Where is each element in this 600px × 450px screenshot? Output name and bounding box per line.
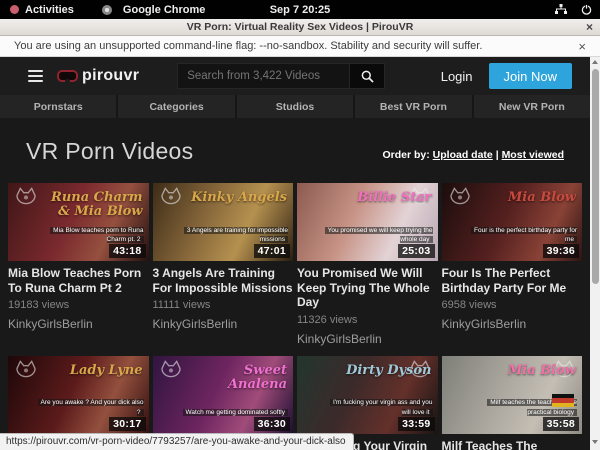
search-input[interactable] [177,63,349,89]
window-close-icon[interactable]: × [586,20,593,34]
video-grid: Runa Charm & Mia Blow Mia Blow teaches p… [0,181,590,450]
video-card[interactable]: Billie Star You promised we will keep tr… [297,183,438,346]
status-url-bar: https://pirouvr.com/vr-porn-video/779325… [0,433,354,450]
thumb-caption: I'm fucking your virgin ass and you will… [320,398,432,418]
nav-new-vr-porn[interactable]: New VR Porn [474,95,590,118]
thumb-overlay-title: Mia Blow [470,191,577,205]
cat-mask-watermark-icon [448,187,472,211]
video-card[interactable]: Runa Charm & Mia Blow Mia Blow teaches p… [8,183,149,346]
nav-studios[interactable]: Studios [237,95,353,118]
clock[interactable]: Sep 7 20:25 [0,4,600,16]
thumb-overlay-title: Kinky Angels [181,191,288,205]
window-titlebar[interactable]: VR Porn: Virtual Reality Sex Videos | Pi… [0,19,600,36]
vr-goggles-icon [57,70,78,82]
video-studio-link[interactable]: KinkyGirlsBerlin [297,332,438,346]
duration-badge: 39:36 [543,244,579,258]
cat-mask-watermark-icon [159,360,183,384]
duration-badge: 43:18 [109,244,145,258]
scroll-up-icon[interactable] [592,60,598,64]
video-thumb[interactable]: Lady Lyne Are you awake ? And your dick … [8,356,149,434]
site-header: pirouvr Login Join Now [0,57,590,95]
login-link[interactable]: Login [441,69,473,84]
duration-badge: 47:01 [254,244,290,258]
thumb-overlay-title: Runa Charm & Mia Blow [36,191,143,218]
video-card[interactable]: Mia Blow Four is the perfect birthday pa… [442,183,583,346]
window-title: VR Porn: Virtual Reality Sex Videos | Pi… [187,21,414,33]
video-title[interactable]: Four Is The Perfect Birthday Party For M… [442,266,583,295]
nav-best-vr-porn[interactable]: Best VR Porn [355,95,471,118]
network-icon[interactable] [555,4,567,15]
video-title[interactable]: Mia Blow Teaches Porn To Runa Charm Pt 2 [8,266,149,295]
cat-mask-watermark-icon [14,187,38,211]
video-thumb[interactable]: Billie Star You promised we will keep tr… [297,183,438,261]
thumb-overlay-title: Mia Blow [470,364,577,378]
video-thumb[interactable]: Mia Blow Four is the perfect birthday pa… [442,183,583,261]
video-card[interactable]: Kinky Angels 3 Angels are training for i… [153,183,294,346]
thumb-overlay-title: Lady Lyne [36,364,143,378]
video-studio-link[interactable]: KinkyGirlsBerlin [153,317,294,331]
thumb-caption: Four is the perfect birthday party for m… [465,226,577,246]
thumb-caption: Mia Blow teaches porn to Runa Charm pt. … [31,226,143,246]
scrollbar-thumb[interactable] [592,69,599,284]
duration-badge: 33:59 [398,417,434,431]
desktop-top-bar: Activities Google Chrome Sep 7 20:25 [0,0,600,19]
nav-categories[interactable]: Categories [118,95,234,118]
screen: Activities Google Chrome Sep 7 20:25 VR … [0,0,600,450]
search-form [177,63,385,89]
cat-mask-watermark-icon [14,360,38,384]
thumb-caption: Are you awake ? And your dick also ? [31,398,143,418]
main-nav: Pornstars Categories Studios Best VR Por… [0,95,590,118]
video-thumb[interactable]: Sweet Analena Watch me getting dominated… [153,356,294,434]
video-thumb[interactable]: Mia Blow Milf teaches the teacher some p… [442,356,583,434]
video-studio-link[interactable]: KinkyGirlsBerlin [442,317,583,331]
scroll-down-icon[interactable] [592,440,598,444]
thumb-caption: You promised we will keep trying the who… [320,226,432,246]
order-upload-date-link[interactable]: Upload date [433,149,493,161]
video-title[interactable]: You Promised We Will Keep Trying The Who… [297,266,438,310]
thumb-overlay-title: Billie Star [325,191,432,205]
browser-scrollbar[interactable] [590,57,600,450]
warning-text: You are using an unsupported command-lin… [14,40,482,52]
thumb-overlay-title: Sweet Analena [181,364,288,391]
video-thumb[interactable]: Dirty Dyson I'm fucking your virgin ass … [297,356,438,434]
browser-viewport: pirouvr Login Join Now Pornstars Categor… [0,57,590,450]
video-thumb[interactable]: Kinky Angels 3 Angels are training for i… [153,183,294,261]
video-views: 19183 views [8,299,149,311]
page-title: VR Porn Videos [26,138,193,165]
infobar-close-icon[interactable]: × [578,39,586,54]
video-card[interactable]: Mia Blow Milf teaches the teacher some p… [442,356,583,450]
duration-badge: 30:17 [109,417,145,431]
sandbox-warning-bar: You are using an unsupported command-lin… [0,36,600,57]
search-icon [361,70,374,83]
video-title[interactable]: 3 Angels Are Training For Impossible Mis… [153,266,294,295]
order-separator: | [496,149,499,161]
cat-mask-watermark-icon [159,187,183,211]
order-by: Order by: Upload date | Most viewed [382,149,564,165]
menu-icon[interactable] [28,70,43,82]
site-logo[interactable]: pirouvr [57,67,139,85]
video-views: 6958 views [442,299,583,311]
join-now-button[interactable]: Join Now [489,63,572,89]
order-by-label: Order by: [382,149,429,161]
logo-text: pirouvr [82,67,139,85]
thumb-overlay-title: Dirty Dyson [325,364,432,378]
video-title[interactable]: Milf Teaches The Teacher Some Practical … [442,439,583,450]
search-button[interactable] [349,63,385,89]
duration-badge: 35:58 [543,417,579,431]
nav-pornstars[interactable]: Pornstars [0,95,116,118]
page-heading: VR Porn Videos Order by: Upload date | M… [0,118,590,181]
german-flag [552,394,574,407]
power-icon[interactable] [581,4,592,15]
duration-badge: 25:03 [398,244,434,258]
order-most-viewed-link[interactable]: Most viewed [502,149,564,161]
video-views: 11111 views [153,299,294,311]
video-studio-link[interactable]: KinkyGirlsBerlin [8,317,149,331]
duration-badge: 36:30 [254,417,290,431]
thumb-caption: 3 Angels are training for impossible mis… [176,226,288,246]
video-thumb[interactable]: Runa Charm & Mia Blow Mia Blow teaches p… [8,183,149,261]
video-views: 11326 views [297,314,438,326]
